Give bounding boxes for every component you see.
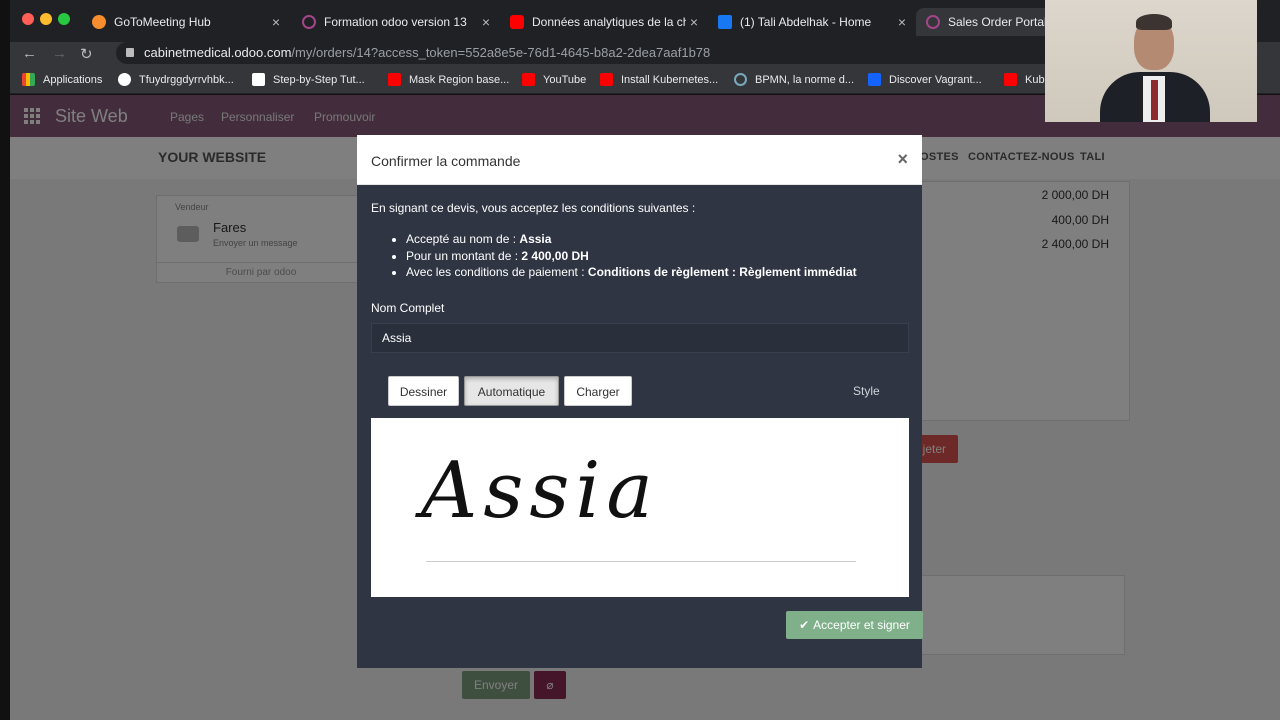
odoo-icon xyxy=(926,15,940,29)
browser-tab[interactable]: GoToMeeting Hub × xyxy=(82,8,290,36)
bookmark-item[interactable]: Kube xyxy=(1004,73,1051,86)
modal-header: Confirmer la commande × xyxy=(357,135,922,185)
full-name-input[interactable]: Assia xyxy=(371,323,909,353)
youtube-icon xyxy=(522,73,535,86)
terms-intro: En signant ce devis, vous acceptez les c… xyxy=(371,201,696,215)
close-tab-icon[interactable]: × xyxy=(686,14,702,30)
close-icon[interactable]: × xyxy=(897,149,908,170)
bookmark-item[interactable]: Discover Vagrant... xyxy=(868,73,982,86)
bookmark-item[interactable]: Tfuydrggdyrrvhbk... xyxy=(118,73,234,86)
terms-list: Accepté au nom de : Assia Pour un montan… xyxy=(393,231,857,281)
bookmark-item[interactable]: BPMN, la norme d... xyxy=(734,73,854,86)
url-field[interactable]: cabinetmedical.odoo.com/my/orders/14?acc… xyxy=(116,42,1066,64)
browser-tab-active[interactable]: Sales Order Portal T xyxy=(916,8,1056,36)
close-tab-icon[interactable]: × xyxy=(894,14,910,30)
lock-icon xyxy=(126,48,134,57)
signature-text: Assia xyxy=(421,446,659,536)
auto-signature-button[interactable]: Automatique xyxy=(464,376,559,406)
google-icon xyxy=(118,73,131,86)
style-dropdown[interactable]: Style xyxy=(853,384,880,398)
close-tab-icon[interactable]: × xyxy=(268,14,284,30)
signature-baseline xyxy=(426,561,856,562)
bookmark-applications[interactable]: Applications xyxy=(22,73,102,86)
minimize-window-button[interactable] xyxy=(40,13,52,25)
accept-and-sign-button[interactable]: ✔ Accepter et signer xyxy=(786,611,923,639)
checkmark-page-icon xyxy=(252,73,265,86)
bookmark-item[interactable]: Step-by-Step Tut... xyxy=(252,73,365,86)
facebook-icon xyxy=(718,15,732,29)
list-item: Avec les conditions de paiement : Condit… xyxy=(406,264,857,281)
browser-tab[interactable]: (1) Tali Abdelhak - Home × xyxy=(708,8,916,36)
load-signature-button[interactable]: Charger xyxy=(564,376,632,406)
youtube-icon xyxy=(388,73,401,86)
signature-canvas[interactable]: Assia xyxy=(371,418,909,597)
draw-signature-button[interactable]: Dessiner xyxy=(388,376,459,406)
name-label: Nom Complet xyxy=(371,301,445,315)
youtube-icon xyxy=(510,15,524,29)
back-arrow-icon[interactable]: ← xyxy=(22,45,37,62)
bookmark-item[interactable]: YouTube xyxy=(522,73,586,86)
reload-icon[interactable]: ↻ xyxy=(80,45,93,63)
browser-tab[interactable]: Données analytiques de la cha × xyxy=(500,8,708,36)
youtube-icon xyxy=(1004,73,1017,86)
vagrant-icon xyxy=(868,73,881,86)
list-item: Accepté au nom de : Assia xyxy=(406,231,857,248)
gotomeeting-icon xyxy=(92,15,106,29)
url-host: cabinetmedical.odoo.com xyxy=(144,45,292,60)
close-tab-icon[interactable]: × xyxy=(478,14,494,30)
bpmn-icon xyxy=(734,73,747,86)
url-path: /my/orders/14?access_token=552a8e5e-76d1… xyxy=(291,45,711,60)
list-item: Pour un montant de : 2 400,00 DH xyxy=(406,248,857,265)
modal-title: Confirmer la commande xyxy=(371,153,521,169)
youtube-icon xyxy=(600,73,613,86)
apps-grid-icon xyxy=(22,73,35,86)
bookmark-item[interactable]: Install Kubernetes... xyxy=(600,73,718,86)
close-window-button[interactable] xyxy=(22,13,34,25)
odoo-icon xyxy=(302,15,316,29)
webcam-video xyxy=(1045,0,1257,122)
confirm-order-modal: Confirmer la commande × En signant ce de… xyxy=(357,135,923,668)
bookmark-item[interactable]: Mask Region base... xyxy=(388,73,509,86)
check-icon: ✔ xyxy=(799,618,810,632)
forward-arrow-icon[interactable]: → xyxy=(52,45,67,62)
maximize-window-button[interactable] xyxy=(58,13,70,25)
browser-tab[interactable]: Formation odoo version 13 × xyxy=(292,8,500,36)
